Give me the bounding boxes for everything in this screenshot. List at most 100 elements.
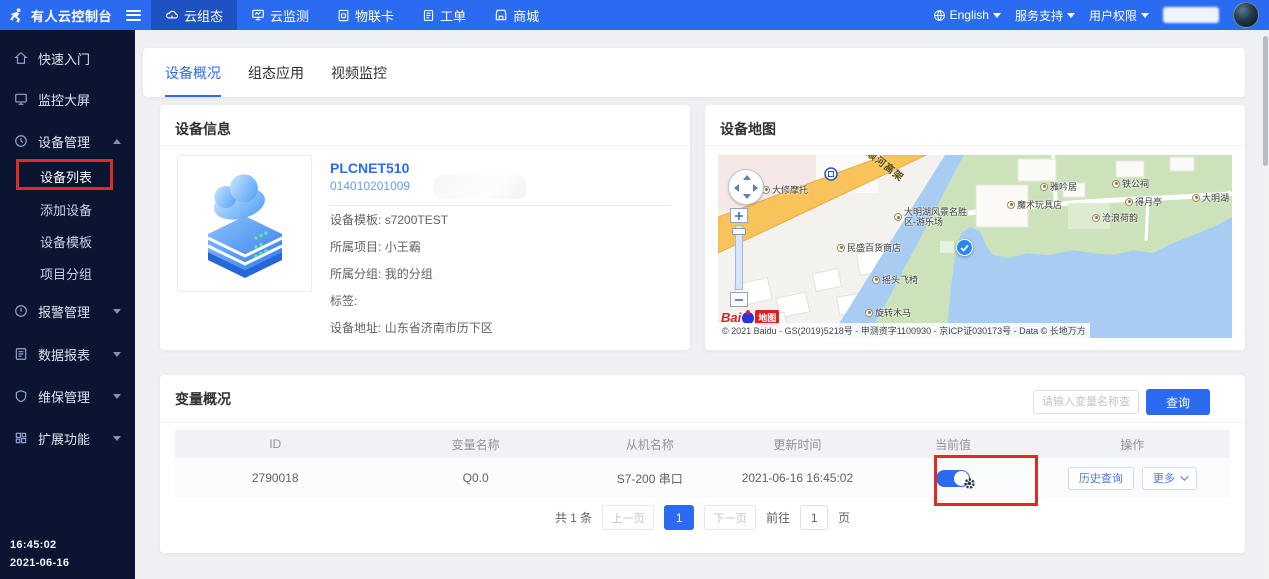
map-zoom-out-button[interactable]	[730, 292, 748, 307]
nav-cloud-monitor[interactable]: 云监测	[237, 0, 323, 30]
map-poi: 大修摩托	[762, 183, 808, 196]
cloud-server-illustration	[190, 168, 300, 280]
map-poi: 得月亭	[1125, 195, 1162, 208]
pan-up-icon[interactable]	[743, 175, 751, 180]
avatar[interactable]	[1233, 2, 1259, 28]
sidebar-item-data-report[interactable]: 数据报表	[0, 343, 135, 365]
sidebar-label: 扩展功能	[38, 429, 90, 448]
pan-right-icon[interactable]	[753, 184, 758, 192]
goto-page-input[interactable]	[800, 505, 828, 530]
check-icon	[960, 244, 969, 252]
pan-left-icon[interactable]	[734, 184, 739, 192]
sidebar-label: 设备管理	[38, 132, 90, 151]
map-poi: 大明湖风景名胜区-游乐场	[894, 207, 972, 227]
divider	[705, 145, 1245, 146]
history-query-button[interactable]: 历史查询	[1068, 467, 1134, 490]
sidebar-label: 维保管理	[38, 387, 90, 406]
sidebar-sublabel: 设备模板	[40, 232, 92, 251]
device-info-panel: 设备信息	[160, 105, 690, 350]
map-pan-control[interactable]	[728, 169, 764, 205]
more-label: 更多	[1153, 470, 1175, 486]
nav-mall[interactable]: 商城	[480, 0, 553, 30]
more-actions-button[interactable]: 更多	[1142, 467, 1197, 490]
language-label: English	[950, 8, 989, 22]
map-zoom-in-button[interactable]	[730, 208, 748, 223]
chevron-down-icon	[113, 309, 121, 314]
sidebar-sublabel: 设备列表	[40, 167, 92, 186]
service-support-menu[interactable]: 服务支持	[1015, 7, 1075, 24]
sidebar-item-quickstart[interactable]: 快速入门	[0, 47, 135, 69]
variable-search-input[interactable]	[1033, 390, 1139, 414]
poi-label: 大明湖风景名胜区-游乐场	[904, 207, 972, 227]
store-icon	[494, 8, 508, 22]
sidebar-item-device-management[interactable]: 设备管理	[0, 130, 135, 152]
col-header-slave: 从机名称	[576, 430, 724, 458]
poi-label: 大修摩托	[772, 183, 808, 196]
sidebar-item-alarm-management[interactable]: 报警管理	[0, 300, 135, 322]
chevron-down-icon	[113, 352, 121, 357]
device-field-project: 所属项目: 小王霸	[330, 238, 421, 255]
col-header-name: 变量名称	[375, 430, 575, 458]
poi-icon	[1112, 180, 1120, 188]
sidebar-sublabel: 添加设备	[40, 200, 92, 219]
sidebar-item-maintenance[interactable]: 维保管理	[0, 385, 135, 407]
sidebar-item-dashboard[interactable]: 监控大屏	[0, 88, 135, 110]
device-id: 014010201009	[330, 179, 410, 193]
scrollbar[interactable]	[1262, 30, 1269, 579]
tab-device-overview[interactable]: 设备概况	[165, 48, 221, 97]
user-permissions-menu[interactable]: 用户权限	[1089, 7, 1149, 24]
home-icon	[13, 50, 29, 66]
language-switcher[interactable]: English	[933, 8, 1001, 22]
baidu-map[interactable]: 顺河高架 大修摩托 大明湖风景名胜区-游乐场 民盛百货商店 摇头飞椅 旋转木马 …	[718, 155, 1232, 338]
divider	[160, 145, 690, 146]
device-gauge-icon	[13, 133, 29, 149]
panel-title: 设备信息	[175, 119, 231, 139]
sidebar-item-device-list[interactable]: 设备列表	[0, 165, 135, 187]
sidebar-item-device-template[interactable]: 设备模板	[0, 230, 135, 252]
document-icon	[422, 9, 435, 22]
field-value: s7200TEST	[385, 213, 448, 227]
nav-label: 商城	[513, 6, 539, 25]
prev-page-button[interactable]: 上一页	[602, 505, 654, 530]
nav-iot-sim[interactable]: 物联卡	[323, 0, 408, 30]
sidebar-item-extensions[interactable]: 扩展功能	[0, 427, 135, 449]
poi-label: 民盛百货商店	[847, 241, 901, 254]
sidebar-label: 报警管理	[38, 302, 90, 321]
map-zoom-handle[interactable]	[732, 228, 746, 235]
tab-scada-apps[interactable]: 组态应用	[248, 48, 304, 97]
device-location-marker[interactable]	[956, 239, 973, 256]
permissions-label: 用户权限	[1089, 7, 1137, 24]
monitor-icon	[251, 8, 265, 22]
poi-icon	[837, 244, 845, 252]
map-zoom-slider[interactable]	[735, 225, 743, 290]
field-label: 所属项目:	[330, 240, 381, 254]
brand[interactable]: 有人云控制台	[0, 6, 120, 25]
poi-label: 得月亭	[1135, 195, 1162, 208]
tab-video-monitoring[interactable]: 视频监控	[331, 48, 387, 97]
poi-icon	[872, 276, 880, 284]
search-button[interactable]: 查询	[1146, 389, 1210, 415]
page-tabs: 设备概况 组态应用 视频监控	[143, 48, 1245, 97]
pan-down-icon[interactable]	[743, 194, 751, 199]
poi-label: 摇头飞椅	[882, 273, 918, 286]
sidebar-item-project-group[interactable]: 项目分组	[0, 262, 135, 284]
map-poi: 大明湖	[1192, 191, 1229, 204]
nav-work-order[interactable]: 工单	[408, 0, 480, 30]
map-poi: 民盛百货商店	[837, 241, 901, 254]
map-poi: 铁公祠	[1112, 177, 1149, 190]
sidebar-item-add-device[interactable]: 添加设备	[0, 198, 135, 220]
divider	[330, 205, 670, 206]
field-label: 设备模板:	[330, 213, 381, 227]
scrollbar-thumb[interactable]	[1263, 36, 1268, 166]
poi-label: 旋转木马	[875, 306, 911, 319]
shield-icon	[13, 388, 29, 404]
page-1-button[interactable]: 1	[664, 505, 694, 530]
device-field-address: 设备地址: 山东省济南市历下区	[330, 319, 493, 336]
sidebar-label: 监控大屏	[38, 90, 90, 109]
map-poi: 旋转木马	[865, 306, 911, 319]
value-toggle-switch[interactable]	[936, 470, 970, 487]
field-value: 小王霸	[385, 240, 421, 254]
menu-toggle-icon[interactable]	[126, 10, 141, 21]
next-page-button[interactable]: 下一页	[704, 505, 756, 530]
nav-cloud-scada[interactable]: 云组态	[151, 0, 237, 30]
